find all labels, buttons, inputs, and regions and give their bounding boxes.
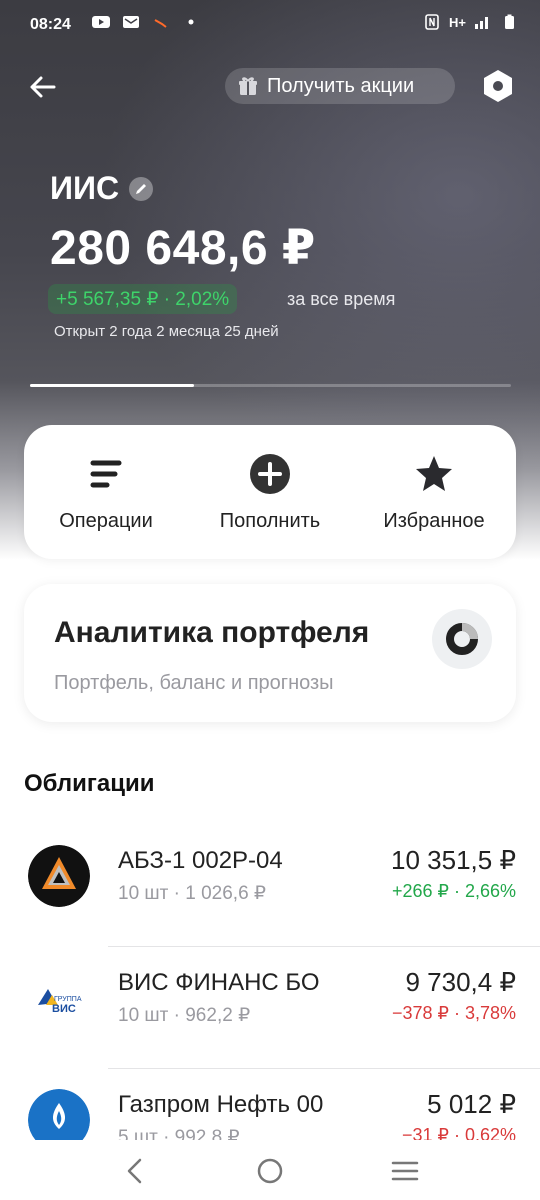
bond-row[interactable]: ГРУППА ВИС ВИС ФИНАНС БО 10 шт · 962,2 ₽… <box>0 947 540 1069</box>
bond-value: 5 012 ₽ <box>427 1089 516 1119</box>
bond-quantity-price: 10 шт · 1 026,6 ₽ <box>118 883 267 904</box>
nfc-icon <box>425 14 439 30</box>
bond-quantity-price: 10 шт · 962,2 ₽ <box>118 1005 251 1026</box>
bond-name: АБЗ-1 002P-04 <box>118 847 283 874</box>
change-period-label: за все время <box>287 289 396 309</box>
get-shares-label: Получить акции <box>267 74 415 97</box>
gazprom-neft-logo-icon <box>28 1089 90 1140</box>
bond-name: ВИС ФИНАНС БО <box>118 969 320 996</box>
signal-icon <box>475 17 488 29</box>
status-system-icons: H+ <box>423 14 518 30</box>
action-operations[interactable]: Операции <box>26 452 186 533</box>
network-type: H+ <box>449 14 466 30</box>
app-icon <box>154 19 167 28</box>
bond-value: 10 351,5 ₽ <box>391 845 516 875</box>
account-balance: 280 648,6 ₽ <box>50 222 316 275</box>
bonds-section-title: Облигации <box>24 770 155 797</box>
plus-icon <box>248 452 292 496</box>
bond-change: −31 ₽ · 0,62% <box>401 1125 516 1140</box>
action-favorites-label: Избранное <box>383 509 485 532</box>
bond-quantity-price: 5 шт · 992,8 ₽ <box>118 1127 240 1140</box>
svg-text:ВИС: ВИС <box>52 1003 76 1015</box>
account-name: ИИС <box>50 170 120 206</box>
status-bar: 08:24 H+ <box>0 0 540 50</box>
portfolio-analytics-card[interactable]: Аналитика портфеля Портфель, баланс и пр… <box>24 584 516 722</box>
bond-row[interactable]: Газпром Нефть 00 5 шт · 992,8 ₽ 5 012 ₽ … <box>0 1069 540 1140</box>
donut-chart-icon <box>432 609 492 669</box>
svg-text:ГРУППА: ГРУППА <box>54 996 82 1003</box>
get-shares-button[interactable]: Получить акции <box>225 68 455 104</box>
nav-home-icon[interactable] <box>255 1156 285 1186</box>
bond-change: +266 ₽ · 2,66% <box>391 881 516 901</box>
vis-logo-icon: ГРУППА ВИС <box>28 967 90 1029</box>
bond-name: Газпром Нефть 00 <box>118 1091 324 1118</box>
system-navigation-bar <box>0 1140 540 1200</box>
mail-icon <box>123 16 139 28</box>
balance-change-badge: +5 567,35 ₽ · 2,02% <box>48 284 238 314</box>
dot-icon <box>188 19 194 25</box>
account-opened-label: Открыт 2 года 2 месяца 25 дней <box>54 323 279 340</box>
status-time: 08:24 <box>30 16 71 33</box>
action-favorites[interactable]: Избранное <box>354 452 514 533</box>
action-top-up[interactable]: Пополнить <box>190 452 350 533</box>
operations-icon <box>84 452 128 496</box>
youtube-icon <box>92 16 110 28</box>
nav-recents-icon[interactable] <box>390 1156 420 1186</box>
gift-icon <box>239 77 257 95</box>
abz-logo-icon <box>28 845 90 907</box>
star-icon <box>412 452 456 496</box>
action-operations-label: Операции <box>59 509 153 532</box>
account-pager-indicator <box>30 384 511 387</box>
battery-icon <box>505 14 514 29</box>
bond-change: −378 ₽ · 3,78% <box>391 1003 516 1023</box>
bond-row[interactable]: АБЗ-1 002P-04 10 шт · 1 026,6 ₽ 10 351,5… <box>0 825 540 947</box>
back-arrow-icon[interactable] <box>26 70 60 104</box>
quick-actions-card: Операции Пополнить Избранное <box>24 425 516 559</box>
edit-pencil-icon[interactable] <box>129 176 154 201</box>
analytics-title: Аналитика портфеля <box>54 616 370 649</box>
bond-value: 9 730,4 ₽ <box>405 967 516 997</box>
analytics-subtitle: Портфель, баланс и прогнозы <box>54 672 334 694</box>
settings-hex-icon[interactable] <box>480 68 516 104</box>
nav-back-icon[interactable] <box>120 1156 150 1186</box>
status-notifications <box>92 14 200 30</box>
account-pager-fill <box>30 384 194 387</box>
account-title: ИИС <box>50 170 154 207</box>
action-top-up-label: Пополнить <box>219 509 321 532</box>
